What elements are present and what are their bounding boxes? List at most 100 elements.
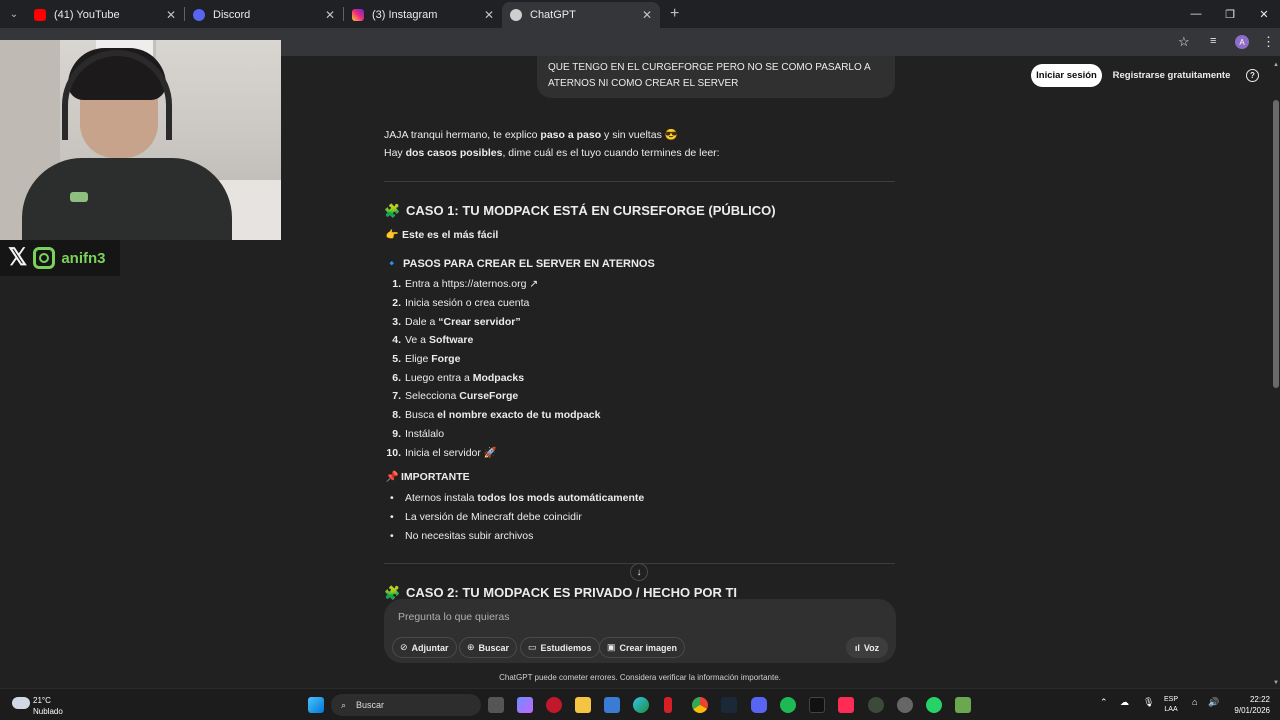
file-explorer-icon[interactable]: [575, 697, 591, 713]
pointing-hand-icon: 👉: [385, 229, 399, 241]
task-view-icon[interactable]: [488, 697, 504, 713]
user-message-bubble: QUE TENGO EN EL CURGEFORGE PERO NO SE CO…: [537, 56, 895, 98]
discord-taskbar-icon[interactable]: [751, 697, 767, 713]
scroll-down-icon[interactable]: ▼: [1273, 680, 1279, 686]
social-handle: anifn3: [61, 249, 106, 267]
maximize-icon[interactable]: ❐: [1214, 0, 1246, 28]
edge-icon[interactable]: [633, 697, 649, 713]
tab-discord[interactable]: Discord ✕: [185, 2, 343, 28]
heading-text: IMPORTANTE: [401, 471, 470, 483]
clock-date: 9/01/2026: [1234, 706, 1270, 715]
chrome-icon[interactable]: [692, 697, 708, 713]
store-icon[interactable]: [604, 697, 620, 713]
windows-taskbar: 21°C Nublado ⌕ Buscar ⌃ ☁ 🎙 ESP LAA ⌂ 🔊 2…: [0, 688, 1280, 720]
step-text: Luego entra a: [405, 372, 473, 384]
important-heading: 📌 IMPORTANTE: [384, 470, 470, 483]
chip-label: Buscar: [478, 642, 510, 653]
copilot-icon[interactable]: [517, 697, 533, 713]
window-controls: — ❐ ✕: [1178, 0, 1280, 28]
attach-button[interactable]: ⊘ Adjuntar: [392, 637, 457, 658]
steam-icon[interactable]: [721, 697, 737, 713]
tab-instagram[interactable]: (3) Instagram ✕: [344, 2, 502, 28]
chip-label: Adjuntar: [411, 642, 449, 653]
youtube-icon: [34, 9, 46, 21]
login-button[interactable]: Iniciar sesión: [1031, 64, 1102, 87]
network-icon[interactable]: ⌂: [1192, 697, 1197, 707]
user-message-line: ATERNOS NI COMO CREAR EL SERVER: [548, 78, 739, 89]
image-icon: ▣: [607, 642, 616, 652]
chatgpt-icon: [510, 9, 522, 21]
message-composer[interactable]: Pregunta lo que quieras ⊘ Adjuntar ⊕ Busca…: [384, 599, 896, 663]
bullet-item: • No necesitas subir archivos: [384, 530, 533, 542]
whatsapp-icon[interactable]: [926, 697, 942, 713]
spotify-icon[interactable]: [780, 697, 796, 713]
voice-button[interactable]: ıl Voz: [846, 637, 888, 658]
weather-widget[interactable]: 21°C Nublado: [33, 695, 63, 717]
page-scrollbar[interactable]: ▲ ▼: [1272, 60, 1280, 690]
step-number: 6.: [392, 372, 401, 384]
step-number: 4.: [392, 334, 401, 346]
composer-input[interactable]: Pregunta lo que quieras: [398, 611, 510, 623]
study-button[interactable]: ▭ Estudiemos: [520, 637, 600, 658]
tab-youtube[interactable]: (41) YouTube ✕: [26, 2, 184, 28]
media-control-icon[interactable]: ≡: [1210, 35, 1216, 47]
menu-icon[interactable]: ⋮: [1262, 34, 1275, 50]
language-indicator[interactable]: ESP LAA: [1164, 695, 1178, 715]
profile-avatar[interactable]: A: [1235, 35, 1249, 49]
tiktok-icon[interactable]: [838, 697, 854, 713]
step-text: Dale a: [405, 316, 439, 328]
new-tab-button[interactable]: +: [670, 5, 679, 23]
close-tab-icon[interactable]: ✕: [642, 8, 652, 22]
step-item: 10. Inicia el servidor 🚀: [384, 446, 496, 459]
search-button[interactable]: ⊕ Buscar: [459, 637, 518, 658]
close-tab-icon[interactable]: ✕: [484, 8, 494, 22]
tab-search-dropdown-icon[interactable]: ⌄: [2, 3, 26, 25]
step-text: Entra a: [405, 278, 442, 290]
step-text: Inicia sesión o crea cuenta: [405, 297, 530, 309]
close-tab-icon[interactable]: ✕: [325, 8, 335, 22]
pushpin-icon: 📌: [385, 471, 399, 483]
step-text: Ve a: [405, 334, 429, 346]
capcut-icon[interactable]: [809, 697, 825, 713]
bullet-dot: •: [390, 511, 394, 523]
scroll-up-icon[interactable]: ▲: [1273, 62, 1279, 68]
bold-text: dos casos posibles: [405, 147, 503, 159]
microphone-icon[interactable]: 🎙: [1143, 697, 1154, 708]
app-icon[interactable]: [546, 697, 562, 713]
tray-overflow-icon[interactable]: ⌃: [1100, 697, 1108, 708]
onedrive-icon[interactable]: ☁: [1120, 697, 1129, 708]
scroll-to-bottom-button[interactable]: ↓: [630, 563, 648, 581]
register-button[interactable]: Registrarse gratuitamente: [1108, 64, 1235, 87]
minecraft-icon[interactable]: [955, 697, 971, 713]
step-text: Inicia el servidor: [405, 447, 484, 459]
text: , dime cuál es el tuyo cuando termines d…: [502, 147, 720, 159]
app-icon[interactable]: [897, 697, 913, 713]
tab-title: ChatGPT: [530, 9, 576, 21]
step-bold: Software: [428, 334, 474, 346]
tab-chatgpt[interactable]: ChatGPT ✕: [502, 2, 660, 28]
step-text: Instálalo: [405, 428, 445, 440]
scrollbar-thumb[interactable]: [1273, 100, 1279, 388]
step-number: 8.: [392, 409, 401, 421]
taskbar-clock[interactable]: 22:22 9/01/2026: [1224, 694, 1270, 716]
aternos-link[interactable]: https://aternos.org ↗: [442, 278, 538, 290]
bookmark-star-icon[interactable]: ☆: [1178, 34, 1190, 50]
easy-note: 👉 Este es el más fácil: [384, 228, 498, 241]
taskbar-search[interactable]: ⌕ Buscar: [331, 694, 481, 716]
minimize-icon[interactable]: —: [1180, 0, 1212, 28]
help-icon[interactable]: ?: [1246, 69, 1259, 82]
close-tab-icon[interactable]: ✕: [166, 8, 176, 22]
app-icon[interactable]: [868, 697, 884, 713]
close-window-icon[interactable]: ✕: [1248, 0, 1280, 28]
bullet-dot: •: [390, 530, 394, 542]
windows-start-icon[interactable]: [308, 697, 324, 713]
text: Hay: [384, 147, 406, 159]
bullet-item: • La versión de Minecraft debe coincidir: [384, 511, 582, 523]
netflix-icon[interactable]: [664, 697, 672, 713]
volume-icon[interactable]: 🔊: [1208, 697, 1219, 708]
cloud-icon[interactable]: [12, 697, 30, 709]
step-item: 4. Ve a Software: [384, 334, 473, 346]
book-icon: ▭: [528, 642, 537, 652]
steps-heading: 🔹 PASOS PARA CREAR EL SERVER EN ATERNOS: [384, 257, 655, 270]
create-image-button[interactable]: ▣ Crear imagen: [599, 637, 686, 658]
